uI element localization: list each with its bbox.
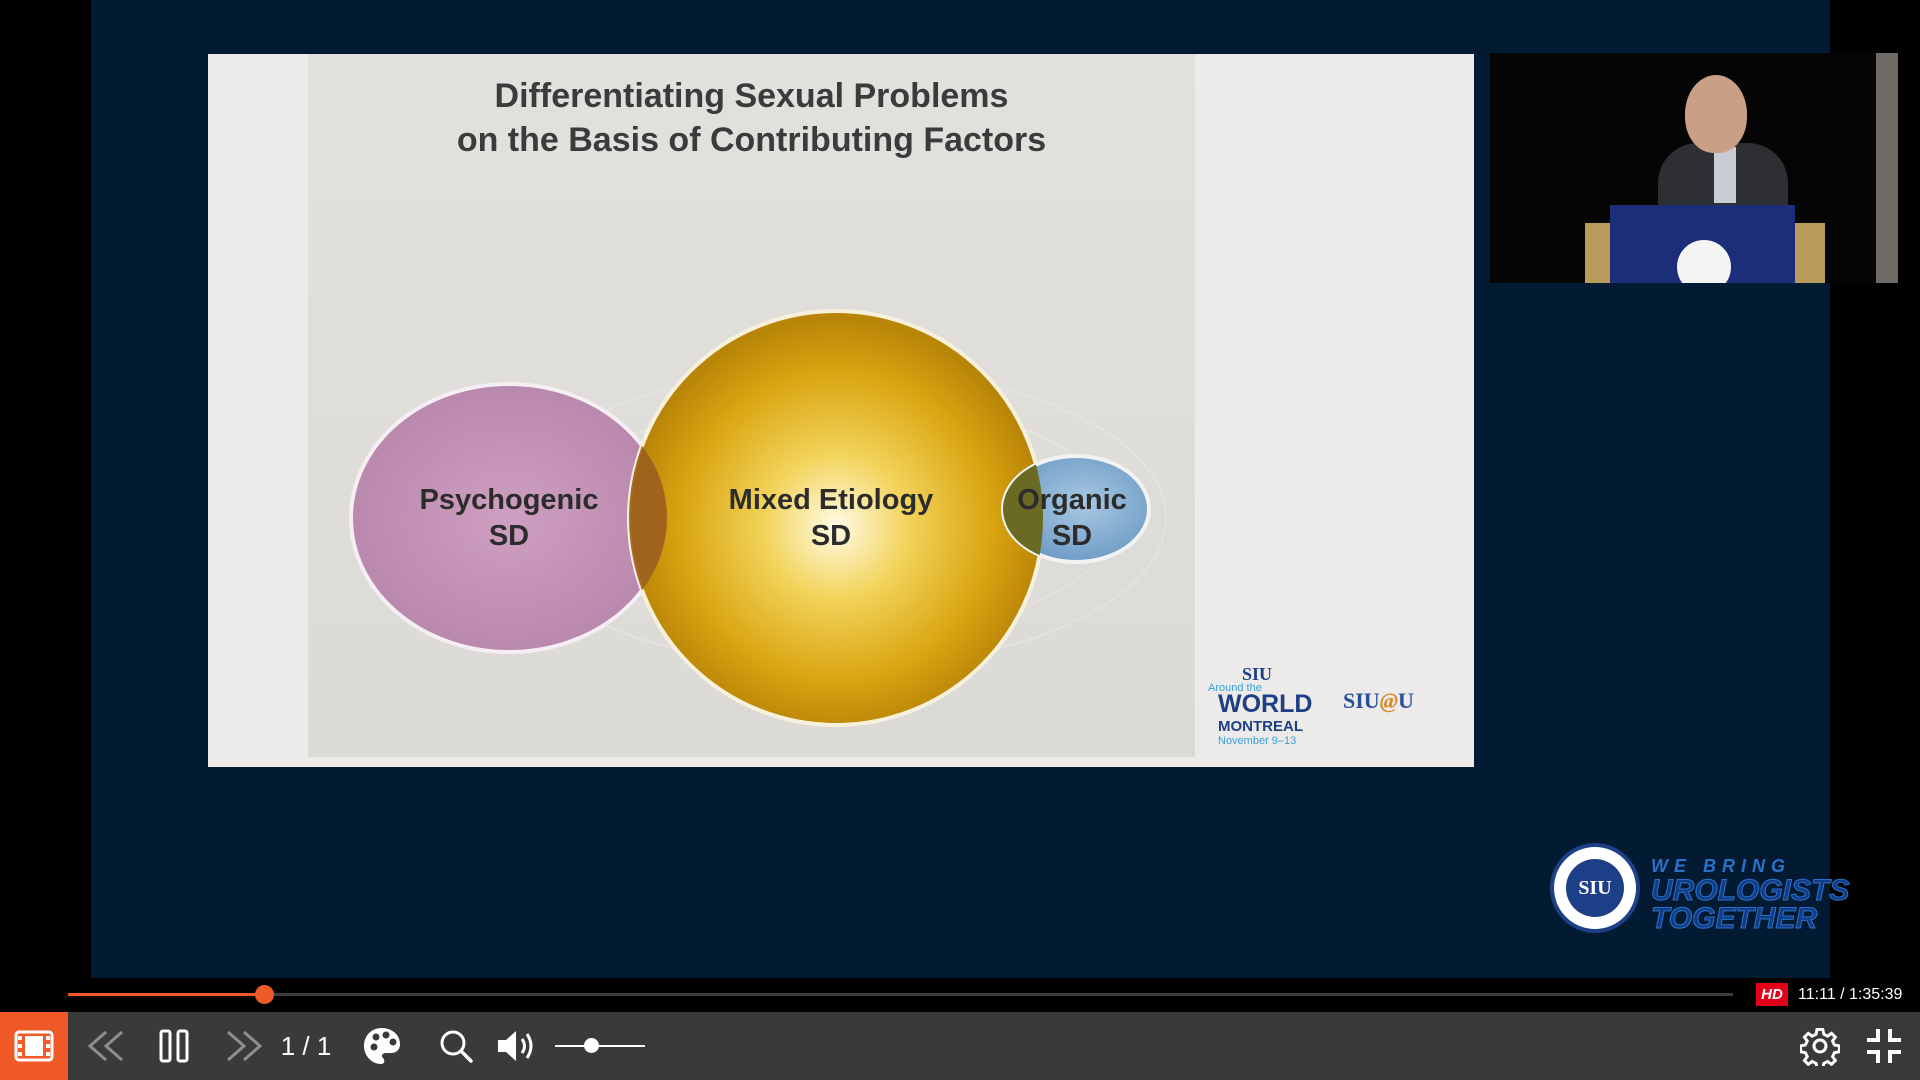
organic-label: Organic — [1017, 484, 1127, 516]
presentation-slide: Differentiating Sexual Problems on the B… — [208, 54, 1474, 767]
player-stage: Differentiating Sexual Problems on the B… — [0, 0, 1920, 1080]
page-counter: 1 / 1 — [280, 1030, 332, 1061]
psychogenic-sublabel: SD — [489, 520, 529, 552]
mixed-etiology-circle — [627, 309, 1045, 727]
skip-forward-icon — [227, 1030, 263, 1062]
hd-badge[interactable]: HD — [1756, 983, 1788, 1006]
cam-curtain — [1876, 53, 1898, 283]
speaker-camera-feed — [1490, 53, 1898, 283]
psychogenic-circle — [349, 382, 669, 654]
siu-seal-text: SIU — [1566, 859, 1624, 917]
exit-fullscreen-button[interactable] — [1858, 1012, 1910, 1080]
mixed-etiology-sublabel: SD — [811, 520, 851, 552]
exit-fullscreen-icon — [1867, 1029, 1901, 1063]
tagline-line: TOGETHER — [1650, 902, 1818, 935]
logo-text: U — [1398, 688, 1414, 713]
skip-back-button[interactable] — [80, 1012, 132, 1080]
speaker-shirt — [1714, 147, 1736, 203]
siu-world-montreal-logo: SIU Around the WORLD MONTREAL November 9… — [1208, 664, 1318, 754]
gear-icon — [1800, 1027, 1840, 1066]
logo-text: SIU — [1343, 688, 1380, 713]
palette-icon — [364, 1028, 400, 1064]
volume-slider[interactable] — [555, 1012, 645, 1080]
slide-content: Differentiating Sexual Problems on the B… — [308, 54, 1195, 757]
pause-button[interactable] — [150, 1012, 198, 1080]
filmstrip-button[interactable] — [0, 1012, 68, 1080]
skip-forward-button[interactable] — [218, 1012, 270, 1080]
volume-handle[interactable] — [584, 1038, 599, 1053]
logo-line: November 9–13 — [1218, 735, 1297, 747]
progress-fill — [68, 993, 265, 996]
siu-at-u-logo: SIU@U — [1343, 688, 1414, 714]
tagline-line: UROLOGISTS — [1650, 874, 1850, 907]
mixed-etiology-label: Mixed Etiology — [729, 484, 934, 516]
palette-button[interactable] — [356, 1012, 408, 1080]
skip-back-icon — [87, 1030, 123, 1062]
search-icon — [440, 1030, 473, 1063]
logo-line: MONTREAL — [1218, 718, 1303, 735]
progress-handle[interactable] — [255, 985, 275, 1004]
settings-button[interactable] — [1794, 1012, 1846, 1080]
siu-seal-logo: SIU — [1550, 843, 1640, 933]
control-bar: 1 / 1 — [0, 1012, 1920, 1080]
brand-tagline: WE BRING UROLOGISTS TOGETHER — [1650, 855, 1850, 935]
volume-track[interactable] — [555, 1045, 645, 1047]
organic-sublabel: SD — [1052, 520, 1092, 552]
speaker-head — [1685, 75, 1747, 153]
volume-icon — [498, 1031, 533, 1061]
psychogenic-label: Psychogenic — [420, 484, 599, 516]
video-frame[interactable]: Differentiating Sexual Problems on the B… — [91, 0, 1898, 978]
filmstrip-icon — [14, 1030, 54, 1062]
logo-line: WORLD — [1218, 690, 1313, 718]
venn-diagram: Psychogenic SD Mixed Etiology SD Organic… — [349, 309, 1167, 727]
pause-icon — [159, 1029, 189, 1063]
time-display: 11:11 / 1:35:39 — [1798, 986, 1903, 1003]
zoom-button[interactable] — [432, 1012, 480, 1080]
progress-bar[interactable] — [68, 985, 1733, 1004]
logo-text: @ — [1379, 688, 1398, 713]
volume-button[interactable] — [492, 1012, 544, 1080]
